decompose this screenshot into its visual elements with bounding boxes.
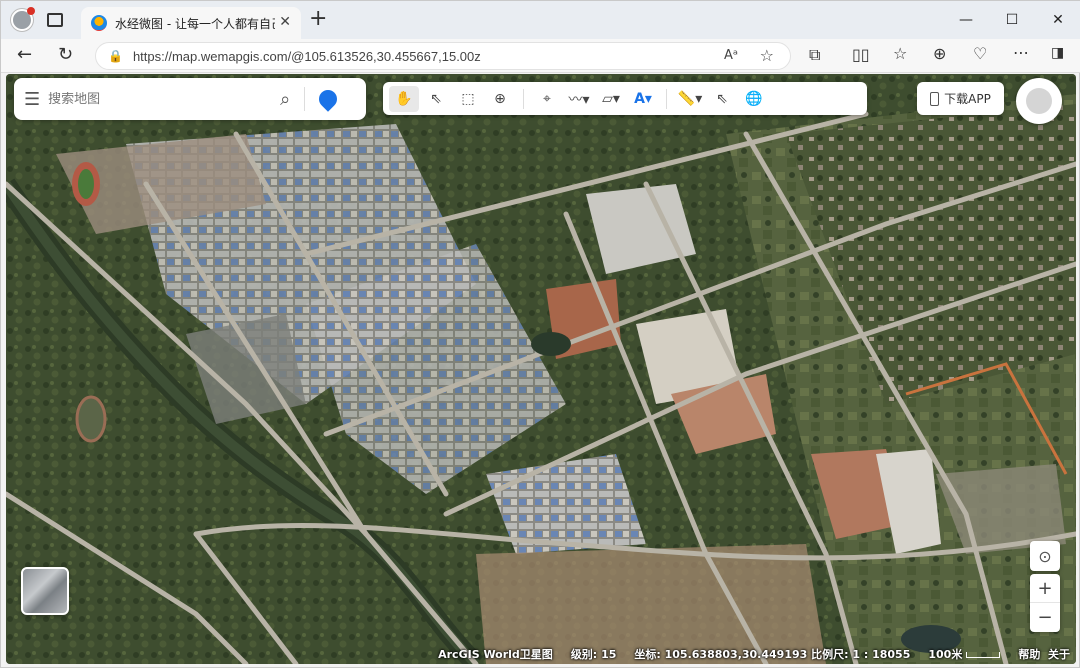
extensions-icon[interactable]: ⧉ (809, 45, 820, 65)
zoom-control: + − (1030, 574, 1060, 632)
satellite-map[interactable]: ☰ ⌕ ✋ ⇖ ⬚ ⊕ ⌖ 〰▾ ▱▾ A▾ 📏▾ ⇖ 🌐 下载APP (6, 74, 1076, 664)
level-label: 级别: (570, 648, 598, 661)
tab-actions-icon[interactable] (47, 13, 63, 27)
about-link[interactable]: 关于 (1048, 648, 1070, 661)
more-options-icon[interactable]: ⋯ (1013, 43, 1029, 62)
level-value: 15 (601, 648, 617, 661)
sidebar-toggle-icon[interactable]: ◨ (1051, 45, 1064, 61)
new-tab-button[interactable]: + (309, 8, 327, 30)
zoom-in-button[interactable]: + (1030, 574, 1060, 603)
identify-pointer-icon[interactable]: ⇖ (707, 86, 737, 112)
close-tab-icon[interactable]: ✕ (279, 14, 291, 30)
active-tab[interactable]: 水经微图 - 让每一个人都有自己的 ✕ (81, 7, 301, 39)
polygon-icon[interactable]: ▱▾ (596, 86, 626, 112)
zoom-box-icon[interactable]: ⊕ (485, 86, 515, 112)
measure-ruler-icon[interactable]: 📏▾ (675, 86, 705, 112)
scalebar-graphic (966, 652, 1001, 658)
basemap-name: ArcGIS World卫星图 (438, 648, 553, 661)
phone-icon (930, 91, 940, 106)
search-input[interactable] (48, 91, 269, 107)
browser-toolbar: ← ↻ 🔒 https://map.wemapgis.com/@105.6135… (1, 39, 1080, 73)
user-icon (1026, 88, 1052, 114)
refresh-icon[interactable]: ↻ (58, 44, 73, 65)
menu-icon[interactable]: ☰ (24, 89, 40, 110)
read-aloud-icon[interactable]: Aᵃ (724, 48, 738, 63)
tab-title: 水经微图 - 让每一个人都有自己的 (115, 16, 275, 31)
collections-icon[interactable]: ⊕ (933, 44, 946, 63)
maximize-icon[interactable]: ☐ (989, 1, 1035, 39)
address-bar[interactable]: 🔒 https://map.wemapgis.com/@105.613526,3… (95, 42, 791, 70)
polyline-icon[interactable]: 〰▾ (564, 86, 594, 112)
scale-value: 1 : 18055 (852, 648, 911, 661)
scale-bar: 100米 (928, 646, 1001, 662)
toolbar-separator (666, 88, 667, 109)
cursor-coordinates: 坐标: 105.638803,30.449193 比例尺: 1 : 18055 (634, 646, 910, 662)
favorite-star-icon[interactable]: ☆ (760, 46, 774, 65)
pan-hand-icon[interactable]: ✋ (389, 85, 419, 112)
zoom-out-button[interactable]: − (1030, 603, 1060, 632)
notification-dot (27, 7, 35, 15)
map-status-bar: ArcGIS World卫星图 级别: 15 坐标: 105.638803,30… (6, 644, 1076, 664)
scale-label: 比例尺: (811, 648, 849, 661)
window-controls: — ☐ ✕ (943, 1, 1080, 39)
map-search-box: ☰ ⌕ (14, 78, 366, 120)
back-icon[interactable]: ← (17, 44, 32, 65)
location-pin-icon[interactable] (315, 86, 341, 112)
download-app-button[interactable]: 下载APP (917, 82, 1004, 115)
footer-links: 帮助 关于 (1018, 646, 1070, 662)
favorites-icon[interactable]: ☆ (893, 44, 907, 63)
site-favicon-icon (91, 15, 107, 31)
zoom-level: 级别: 15 (571, 646, 617, 662)
user-avatar[interactable] (1016, 78, 1062, 124)
basemap-switcher[interactable] (21, 567, 69, 615)
marker-icon[interactable]: ⌖ (532, 86, 562, 112)
split-screen-icon[interactable]: ▯▯ (852, 45, 870, 64)
select-pointer-icon[interactable]: ⇖ (421, 86, 451, 112)
browser-window: 水经微图 - 让每一个人都有自己的 ✕ + — ☐ ✕ ← ↻ 🔒 https:… (0, 0, 1080, 668)
toolbar-separator (523, 88, 524, 109)
coord-label: 坐标: (634, 648, 661, 661)
tab-strip: 水经微图 - 让每一个人都有自己的 ✕ + — ☐ ✕ (1, 1, 1080, 39)
coord-value: 105.638803,30.449193 (664, 648, 808, 661)
url-text[interactable]: https://map.wemapgis.com/@105.613526,30.… (133, 49, 481, 64)
site-info-icon[interactable]: 🔒 (108, 49, 123, 63)
locate-me-button[interactable]: ⊙ (1030, 541, 1060, 571)
minimize-icon[interactable]: — (943, 1, 989, 39)
help-link[interactable]: 帮助 (1018, 648, 1040, 661)
divider (304, 87, 306, 111)
browser-essentials-icon[interactable]: ♡ (973, 44, 987, 63)
close-window-icon[interactable]: ✕ (1035, 1, 1080, 39)
globe-icon[interactable]: 🌐 (739, 86, 769, 112)
text-tool-icon[interactable]: A▾ (628, 86, 658, 112)
search-icon[interactable]: ⌕ (280, 89, 290, 110)
map-toolbar: ✋ ⇖ ⬚ ⊕ ⌖ 〰▾ ▱▾ A▾ 📏▾ ⇖ 🌐 (383, 82, 867, 115)
box-select-icon[interactable]: ⬚ (453, 86, 483, 112)
satellite-imagery (6, 74, 1076, 664)
scalebar-label: 100米 (928, 648, 963, 661)
download-app-label: 下载APP (944, 92, 991, 106)
